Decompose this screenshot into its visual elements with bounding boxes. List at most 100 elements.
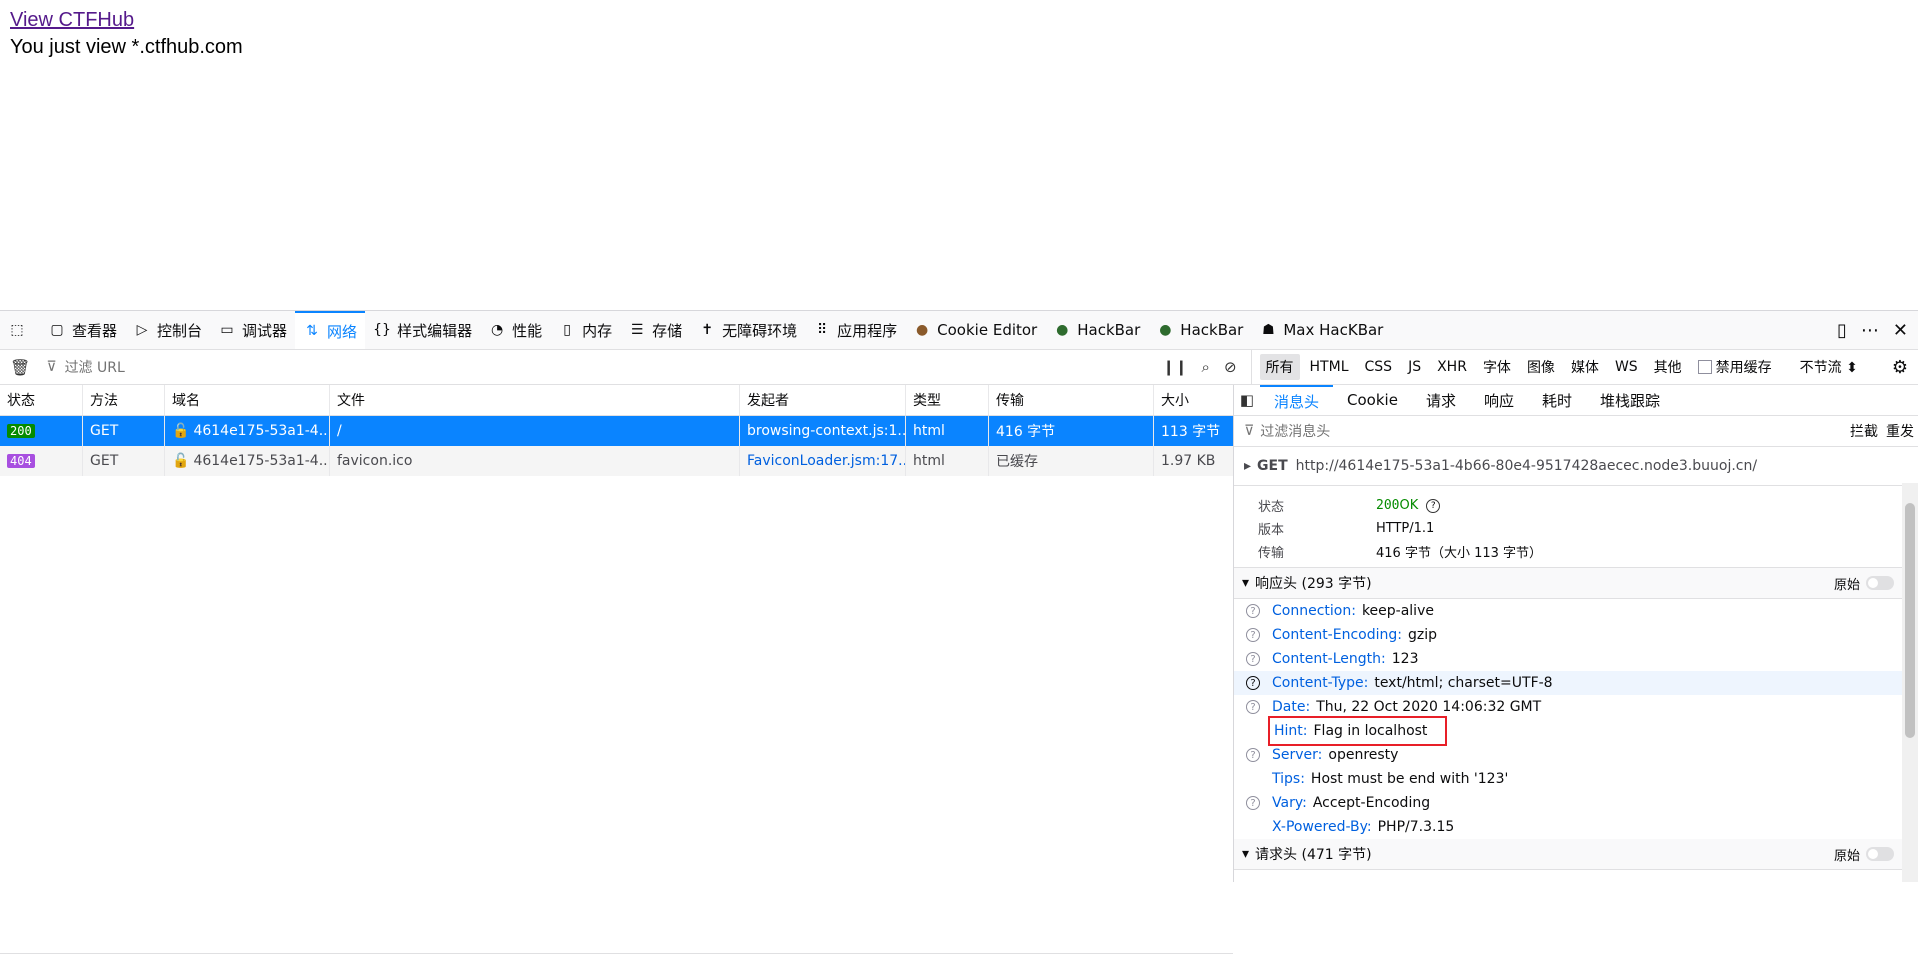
pause-icon[interactable]: ❙❙ xyxy=(1162,358,1187,376)
header-name: Content-Encoding: xyxy=(1272,627,1402,643)
tab-style-editor[interactable]: {} 样式编辑器 xyxy=(365,311,480,349)
filter-media[interactable]: 媒体 xyxy=(1565,354,1605,380)
type-cell: html xyxy=(906,416,989,446)
col-transfer[interactable]: 传输 xyxy=(989,385,1154,415)
request-headers-section[interactable]: ▾ 请求头 (471 字节) 原始 xyxy=(1234,839,1918,870)
initiator-cell[interactable]: browsing-context.js:1... xyxy=(740,416,906,446)
page-message: You just view *.ctfhub.com xyxy=(10,36,243,58)
header-name: Content-Type: xyxy=(1272,675,1369,691)
dock-icon[interactable]: ▯ xyxy=(1837,320,1847,341)
col-type[interactable]: 类型 xyxy=(906,385,989,415)
request-table-header: 状态 方法 域名 文件 发起者 类型 传输 大小 xyxy=(0,385,1233,416)
status-badge: 200 xyxy=(7,424,35,438)
throttle-select[interactable]: 不节流 ⬍ xyxy=(1794,354,1864,380)
col-status[interactable]: 状态 xyxy=(0,385,83,415)
version-value: HTTP/1.1 xyxy=(1376,521,1435,536)
detail-scrollbar[interactable] xyxy=(1902,483,1918,882)
tabbar-actions: ▯ ⋯ ✕ xyxy=(1837,320,1918,341)
tab-timings[interactable]: 耗时 xyxy=(1528,385,1586,415)
tab-cookie[interactable]: Cookie xyxy=(1333,385,1412,415)
tab-request[interactable]: 请求 xyxy=(1412,385,1470,415)
scrollbar-thumb[interactable] xyxy=(1905,503,1915,738)
block-button[interactable]: 拦截 xyxy=(1850,421,1878,441)
filter-ws[interactable]: WS xyxy=(1609,356,1644,378)
tab-network[interactable]: ⇅ 网络 xyxy=(295,311,366,349)
tab-hackbar-1[interactable]: ● HackBar xyxy=(1045,311,1148,349)
gear-icon[interactable]: ⚙ xyxy=(1886,354,1914,381)
tab-label: 查看器 xyxy=(72,321,118,340)
tab-storage[interactable]: ☰ 存储 xyxy=(620,311,690,349)
url-filter-input[interactable]: 过滤 URL xyxy=(65,357,125,377)
col-initiator[interactable]: 发起者 xyxy=(740,385,906,415)
url-filter[interactable]: 🗑 ⊽ 过滤 URL xyxy=(0,350,1090,384)
domain-text: 4614e175-53a1-4... xyxy=(193,423,330,439)
tab-hackbar-2[interactable]: ● HackBar xyxy=(1148,311,1251,349)
block-icon[interactable]: ⊘ xyxy=(1224,358,1237,376)
tab-accessibility[interactable]: ✝ 无障碍环境 xyxy=(690,311,805,349)
resend-button[interactable]: 重发 xyxy=(1886,421,1914,441)
header-value: Thu, 22 Oct 2020 14:06:32 GMT xyxy=(1316,699,1542,715)
col-method[interactable]: 方法 xyxy=(83,385,165,415)
tab-stack-trace[interactable]: 堆栈跟踪 xyxy=(1586,385,1674,415)
header-name: Date: xyxy=(1272,699,1311,715)
help-icon[interactable]: ? xyxy=(1246,676,1260,690)
table-row[interactable]: 200 GET 🔓 4614e175-53a1-4... / browsing-c… xyxy=(0,416,1233,446)
summary-version: 版本 HTTP/1.1 xyxy=(1258,517,1918,540)
headers-filter[interactable]: ⊽ 过滤消息头 拦截 重发 xyxy=(1234,416,1918,447)
style-editor-icon: {} xyxy=(373,322,391,338)
header-value: Host must be end with '123' xyxy=(1310,771,1509,787)
type-cell: html xyxy=(906,446,989,476)
header-row: Hint: Flag in localhost xyxy=(1234,716,1918,746)
tab-memory[interactable]: ▯ 内存 xyxy=(550,311,620,349)
help-icon[interactable]: ? xyxy=(1426,498,1441,513)
table-row[interactable]: 404 GET 🔓 4614e175-53a1-4... favicon.ico … xyxy=(0,446,1233,476)
col-size[interactable]: 大小 xyxy=(1154,385,1233,415)
filter-other[interactable]: 其他 xyxy=(1648,354,1688,380)
tab-console[interactable]: ▷ 控制台 xyxy=(125,311,210,349)
filter-js[interactable]: JS xyxy=(1402,356,1427,378)
filter-xhr[interactable]: XHR xyxy=(1431,356,1473,378)
filter-font[interactable]: 字体 xyxy=(1477,354,1517,380)
more-options-icon[interactable]: ⋯ xyxy=(1861,320,1879,341)
close-icon[interactable]: ✕ xyxy=(1893,320,1908,341)
tab-cookie-editor[interactable]: ● Cookie Editor xyxy=(905,311,1045,349)
debugger-icon: ▭ xyxy=(220,322,234,338)
filter-all[interactable]: 所有 xyxy=(1259,354,1300,380)
trash-icon[interactable]: 🗑 xyxy=(10,358,30,377)
help-icon[interactable]: ? xyxy=(1246,748,1260,762)
summary-label: 状态 xyxy=(1258,500,1285,515)
col-domain[interactable]: 域名 xyxy=(165,385,330,415)
view-ctfhub-link[interactable]: View CTFHub xyxy=(10,9,134,32)
initiator-cell[interactable]: FaviconLoader.jsm:17... xyxy=(740,446,906,476)
hackbar-icon: ● xyxy=(1056,322,1069,338)
tab-debugger[interactable]: ▭ 调试器 xyxy=(210,311,295,349)
help-icon[interactable]: ? xyxy=(1246,700,1260,714)
tab-response[interactable]: 响应 xyxy=(1470,385,1528,415)
filter-css[interactable]: CSS xyxy=(1359,356,1399,378)
element-picker-button[interactable]: ⬚ xyxy=(0,311,40,349)
filter-html[interactable]: HTML xyxy=(1304,356,1355,378)
help-icon[interactable]: ? xyxy=(1246,652,1260,666)
tab-performance[interactable]: ◔ 性能 xyxy=(480,311,550,349)
tab-max-hackbar[interactable]: ☗ Max HacKBar xyxy=(1251,311,1391,349)
toggle-sidebar-icon[interactable]: ◧ xyxy=(1234,391,1260,409)
response-headers-section[interactable]: ▾ 响应头 (293 字节) 原始 xyxy=(1234,568,1918,599)
help-icon[interactable]: ? xyxy=(1246,604,1260,618)
disable-cache-checkbox[interactable]: 禁用缓存 xyxy=(1697,357,1776,377)
tab-application[interactable]: ⠿ 应用程序 xyxy=(805,311,905,349)
tab-label: 存储 xyxy=(652,321,683,340)
summary-label: 版本 xyxy=(1258,523,1285,538)
tab-inspector[interactable]: ▢ 查看器 xyxy=(40,311,125,349)
search-icon[interactable]: ⌕ xyxy=(1202,358,1210,376)
chevron-right-icon: ▸ xyxy=(1244,458,1252,474)
header-value: PHP/7.3.15 xyxy=(1377,819,1455,835)
help-icon[interactable]: ? xyxy=(1246,796,1260,810)
help-icon[interactable]: ? xyxy=(1246,628,1260,642)
filter-image[interactable]: 图像 xyxy=(1521,354,1561,380)
col-file[interactable]: 文件 xyxy=(330,385,740,415)
section-title: 响应头 (293 字节) xyxy=(1255,576,1372,592)
headers-filter-input[interactable]: 过滤消息头 xyxy=(1260,421,1330,441)
header-value: gzip xyxy=(1407,627,1437,643)
request-url-line[interactable]: ▸ GET http://4614e175-53a1-4b66-80e4-951… xyxy=(1234,447,1918,486)
tab-headers[interactable]: 消息头 xyxy=(1260,385,1334,415)
